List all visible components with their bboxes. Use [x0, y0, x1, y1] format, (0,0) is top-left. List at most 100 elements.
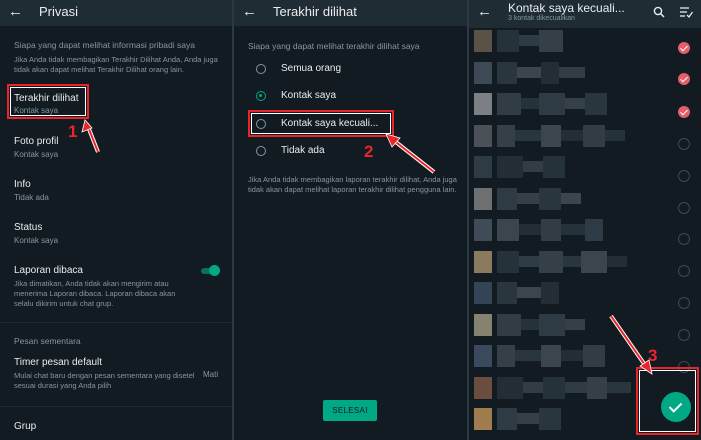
contact-name-blurred [539, 30, 563, 52]
contact-row[interactable] [469, 124, 669, 147]
checkbox[interactable] [678, 202, 690, 214]
contact-row[interactable] [469, 93, 669, 115]
checkbox[interactable] [678, 233, 690, 245]
highlight-box-inner [639, 370, 696, 432]
contact-name-blurred [539, 187, 561, 210]
contact-name-blurred [541, 61, 559, 84]
contact-name-blurred [517, 413, 539, 424]
contact-name-blurred [519, 35, 539, 46]
step-number: 1 [68, 122, 78, 141]
contact-name-blurred [561, 192, 581, 204]
last-seen-panel: ← Terakhir dilihat Siapa yang dapat meli… [234, 0, 467, 440]
contact-name-blurred [605, 129, 625, 141]
option-label: Semua orang [281, 63, 342, 74]
radio-button-selected[interactable] [256, 91, 266, 101]
avatar [474, 156, 492, 178]
setting-value: Kontak saya [14, 236, 59, 245]
highlight-box [7, 84, 89, 119]
contact-name-blurred [517, 192, 539, 204]
contact-name-blurred [541, 124, 561, 147]
radio-button[interactable] [256, 146, 266, 156]
app-bar: ← Privasi [0, 0, 232, 26]
section-header: Siapa yang dapat melihat informasi priba… [14, 40, 195, 50]
avatar [474, 313, 492, 336]
contact-row[interactable] [469, 156, 669, 178]
divider [0, 322, 232, 323]
setting-title: Laporan dibaca [14, 265, 83, 276]
contact-name-blurred [497, 61, 517, 84]
setting-description: Mulai chat baru dengan pesan sementara y… [14, 371, 195, 390]
highlight-box-inner [251, 113, 391, 134]
contact-name-blurred [587, 376, 607, 399]
checkbox[interactable] [678, 265, 690, 277]
avatar [474, 282, 492, 304]
contact-name-blurred [607, 381, 631, 393]
avatar [474, 30, 492, 52]
checkbox-checked[interactable] [678, 73, 690, 85]
contact-name-blurred [541, 282, 559, 304]
checkbox-checked[interactable] [678, 106, 690, 118]
option-label: Tidak ada [281, 145, 325, 156]
contact-row[interactable] [469, 30, 669, 52]
contact-name-blurred [585, 219, 603, 241]
contact-name-blurred [581, 250, 607, 273]
avatar [474, 219, 492, 241]
checkbox[interactable] [678, 297, 690, 309]
contact-name-blurred [563, 255, 581, 267]
contact-name-blurred [523, 381, 543, 393]
contact-row[interactable] [469, 250, 669, 273]
contact-name-blurred [521, 98, 539, 109]
contact-row[interactable] [469, 219, 669, 241]
checkbox[interactable] [678, 138, 690, 150]
highlight-box-inner [10, 87, 86, 116]
contact-name-blurred [583, 124, 605, 147]
page-subtitle: 3 kontak dikecualikan [508, 15, 575, 22]
contact-name-blurred [543, 376, 565, 399]
checkbox[interactable] [678, 329, 690, 341]
contact-name-blurred [497, 376, 523, 399]
avatar [474, 250, 492, 273]
setting-groups[interactable]: Grup [14, 421, 36, 432]
setting-title: Timer pesan default [14, 357, 103, 368]
contact-name-blurred [583, 345, 605, 367]
annotation-arrow-icon [609, 314, 653, 375]
contact-name-blurred [559, 66, 585, 78]
contact-row[interactable] [469, 282, 669, 304]
contact-name-blurred [497, 156, 523, 178]
toggle-knob [209, 265, 220, 276]
highlight-box [248, 110, 394, 137]
contact-name-blurred [515, 350, 541, 361]
checkbox[interactable] [678, 170, 690, 182]
done-button[interactable]: SELESAI [323, 400, 377, 421]
app-bar: ← Terakhir dilihat [234, 0, 467, 26]
select-all-icon[interactable] [679, 6, 693, 18]
contacts-except-panel: ← Kontak saya kecuali... 3 kontak dikecu… [469, 0, 701, 440]
read-receipts-toggle[interactable] [201, 265, 220, 276]
avatar [474, 376, 492, 399]
contact-name-blurred [561, 129, 583, 141]
search-icon[interactable] [653, 6, 665, 18]
back-arrow-icon[interactable]: ← [242, 2, 257, 22]
page-title: Kontak saya kecuali... [508, 1, 625, 15]
setting-title: Status [14, 222, 43, 233]
contact-name-blurred [607, 255, 627, 267]
back-arrow-icon[interactable]: ← [8, 2, 23, 22]
section-header: Siapa yang dapat melihat terakhir diliha… [248, 41, 420, 51]
contact-name-blurred [515, 129, 541, 141]
back-arrow-icon[interactable]: ← [477, 2, 492, 22]
setting-description: Jika dimatikan, Anda tidak akan mengirim… [14, 279, 176, 308]
contact-name-blurred [539, 313, 565, 336]
contact-name-blurred [543, 156, 565, 178]
setting-value: Tidak ada [14, 193, 49, 202]
contact-row[interactable] [469, 61, 669, 84]
privacy-panel: ← Privasi Siapa yang dapat melihat infor… [0, 0, 232, 440]
avatar [474, 61, 492, 84]
contact-name-blurred [541, 345, 561, 367]
contact-name-blurred [497, 219, 519, 241]
checkbox-checked[interactable] [678, 42, 690, 54]
page-title: Terakhir dilihat [273, 4, 357, 19]
contact-row[interactable] [469, 187, 669, 210]
radio-button[interactable] [256, 64, 266, 74]
setting-title: Info [14, 179, 31, 190]
setting-title: Foto profil [14, 136, 59, 147]
